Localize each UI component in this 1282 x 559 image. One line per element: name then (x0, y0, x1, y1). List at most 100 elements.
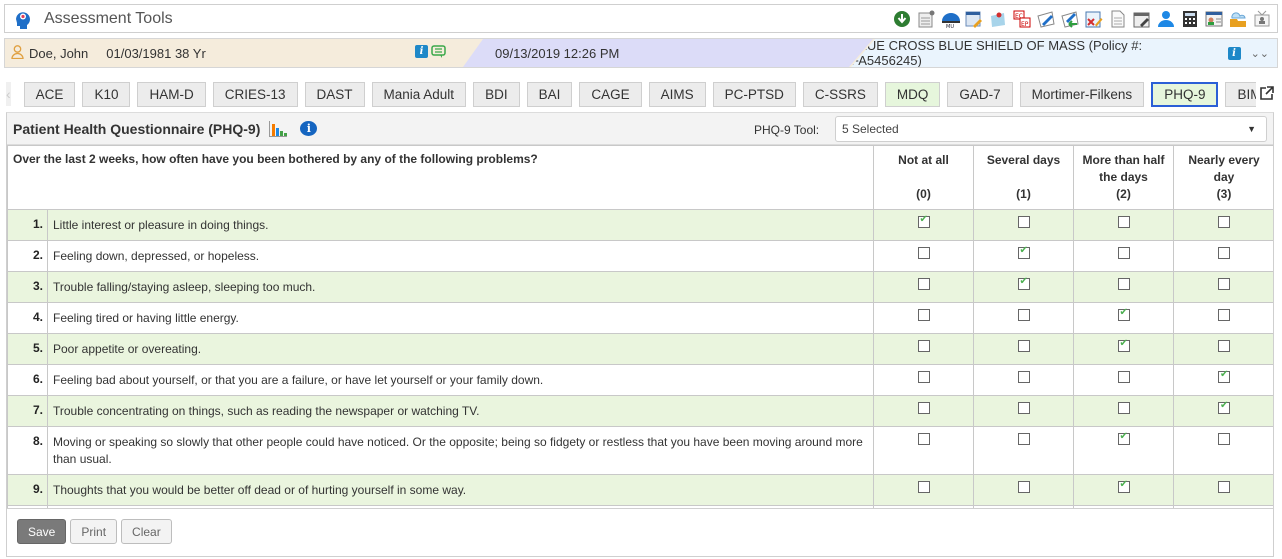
form-edit-icon[interactable] (965, 10, 983, 28)
toolbar: MU EC EP (893, 10, 1271, 30)
info-icon[interactable]: i (300, 121, 318, 136)
answer-checkbox[interactable] (1017, 216, 1030, 228)
phq9-tool-select[interactable]: 5 Selected ▼ (835, 116, 1267, 142)
tab-k10[interactable]: K10 (82, 81, 131, 107)
print-button[interactable]: Print (70, 519, 118, 544)
answer-checkbox[interactable] (1218, 216, 1231, 228)
answer-cell (1173, 364, 1273, 396)
mu-dashboard-icon[interactable]: MU (941, 10, 960, 30)
tab-cries-13[interactable]: CRIES-13 (212, 81, 298, 107)
cancel-form-icon[interactable] (1085, 10, 1103, 28)
answer-checkbox[interactable] (1017, 433, 1030, 445)
tab-aims[interactable]: AIMS (648, 81, 706, 107)
answer-checkbox[interactable] (1017, 371, 1030, 383)
answer-checkbox[interactable] (917, 278, 930, 290)
id-card-icon[interactable] (1205, 10, 1223, 28)
tab-dast[interactable]: DAST (304, 81, 365, 107)
answer-checkbox[interactable] (1218, 481, 1231, 493)
expand-chevron-icon[interactable]: ⌄⌄ (1251, 47, 1269, 60)
answer-checkbox[interactable] (1218, 309, 1231, 321)
tab-pc-ptsd[interactable]: PC-PTSD (712, 81, 796, 107)
answer-checkbox[interactable] (1017, 276, 1030, 290)
answer-checkbox[interactable] (1117, 216, 1130, 228)
sticky-note-icon[interactable] (989, 10, 1007, 28)
tab-bdi[interactable]: BDI (473, 81, 520, 107)
answer-checkbox[interactable] (1218, 433, 1231, 445)
answer-checkbox[interactable] (1017, 245, 1030, 259)
answer-checkbox[interactable] (1117, 307, 1130, 321)
answer-cell (1173, 395, 1273, 427)
answer-checkbox[interactable] (917, 481, 930, 493)
answer-checkbox[interactable] (1117, 479, 1130, 493)
sign-forward-icon[interactable] (1061, 10, 1079, 28)
answer-checkbox[interactable] (1017, 340, 1030, 352)
tab-mortimer-filkens[interactable]: Mortimer-Filkens (1019, 81, 1145, 107)
answer-checkbox[interactable] (1218, 400, 1231, 414)
visit-datetime: 09/13/2019 12:26 PM (495, 45, 620, 61)
questionnaire-scroll[interactable]: Over the last 2 weeks, how often have yo… (7, 145, 1273, 509)
document-icon[interactable] (1109, 10, 1127, 28)
tab-gad-7[interactable]: GAD-7 (947, 81, 1013, 107)
patient-banner: Doe, John 01/03/1981 38 Yr i 09/13/2019 … (4, 38, 1278, 68)
calendar-edit-icon[interactable] (1133, 10, 1151, 28)
answer-cell (873, 395, 975, 427)
question-number: 7. (7, 395, 48, 427)
insurance-info-icon[interactable]: i (1227, 46, 1241, 60)
message-icon[interactable] (431, 44, 446, 62)
open-external-icon[interactable] (1259, 86, 1274, 104)
answer-checkbox[interactable] (917, 309, 930, 321)
chart-icon[interactable] (269, 120, 288, 137)
answer-cell (1073, 271, 1175, 303)
monitor-user-icon[interactable] (1253, 10, 1271, 28)
answer-checkbox[interactable] (1117, 402, 1130, 414)
answer-checkbox[interactable] (1017, 309, 1030, 321)
notes-icon[interactable] (917, 10, 935, 28)
answer-checkbox[interactable] (917, 214, 930, 228)
tab-bims[interactable]: BIMS (1225, 81, 1256, 107)
answer-cell (873, 302, 975, 334)
calculator-icon[interactable] (1181, 10, 1199, 28)
tab-c-ssrs[interactable]: C-SSRS (802, 81, 878, 107)
answer-checkbox[interactable] (1218, 278, 1231, 290)
tabs-scroll-left-button[interactable]: ‹ (6, 82, 11, 106)
tab-ham-d[interactable]: HAM-D (137, 81, 206, 107)
tab-ace[interactable]: ACE (23, 81, 76, 107)
patient-info-icon[interactable]: i (415, 44, 428, 58)
answer-checkbox[interactable] (917, 247, 930, 259)
tab-phq-9[interactable]: PHQ-9 (1151, 81, 1219, 107)
answer-checkbox[interactable] (1218, 247, 1231, 259)
answer-checkbox[interactable] (1218, 369, 1231, 383)
svg-text:MU: MU (946, 24, 954, 28)
answer-checkbox[interactable] (1117, 247, 1130, 259)
answer-checkbox[interactable] (1017, 402, 1030, 414)
answer-checkbox[interactable] (1117, 371, 1130, 383)
save-button[interactable]: Save (17, 519, 67, 544)
answer-cell (1073, 302, 1175, 334)
answer-checkbox[interactable] (917, 402, 930, 414)
tab-bai[interactable]: BAI (526, 81, 573, 107)
question-text: Poor appetite or overeating. (46, 333, 875, 365)
sign-pen-icon[interactable] (1037, 10, 1055, 28)
tab-mania-adult[interactable]: Mania Adult (371, 81, 467, 107)
answer-checkbox[interactable] (1117, 338, 1130, 352)
answer-checkbox[interactable] (1117, 278, 1130, 290)
tab-mdq[interactable]: MDQ (884, 81, 941, 107)
question-row: 7. Trouble concentrating on things, such … (7, 395, 1273, 427)
answer-checkbox[interactable] (1218, 340, 1231, 352)
answer-cell (973, 271, 1075, 303)
answer-checkbox[interactable] (917, 371, 930, 383)
ec-ep-icon[interactable]: EC EP (1013, 10, 1031, 28)
patient-name[interactable]: Doe, John (29, 46, 88, 61)
tab-cage[interactable]: CAGE (579, 81, 642, 107)
answer-checkbox[interactable] (917, 433, 930, 445)
clear-button[interactable]: Clear (121, 519, 172, 544)
question-number: 9. (7, 474, 48, 506)
column-header-1: Several days (1) (973, 145, 1075, 210)
answer-checkbox[interactable] (1117, 431, 1130, 445)
cloud-folder-icon[interactable] (1229, 10, 1247, 28)
answer-checkbox[interactable] (917, 340, 930, 352)
user-icon[interactable] (1157, 10, 1175, 28)
answer-checkbox[interactable] (1017, 481, 1030, 493)
answer-cell (873, 333, 975, 365)
download-icon[interactable] (893, 10, 911, 28)
